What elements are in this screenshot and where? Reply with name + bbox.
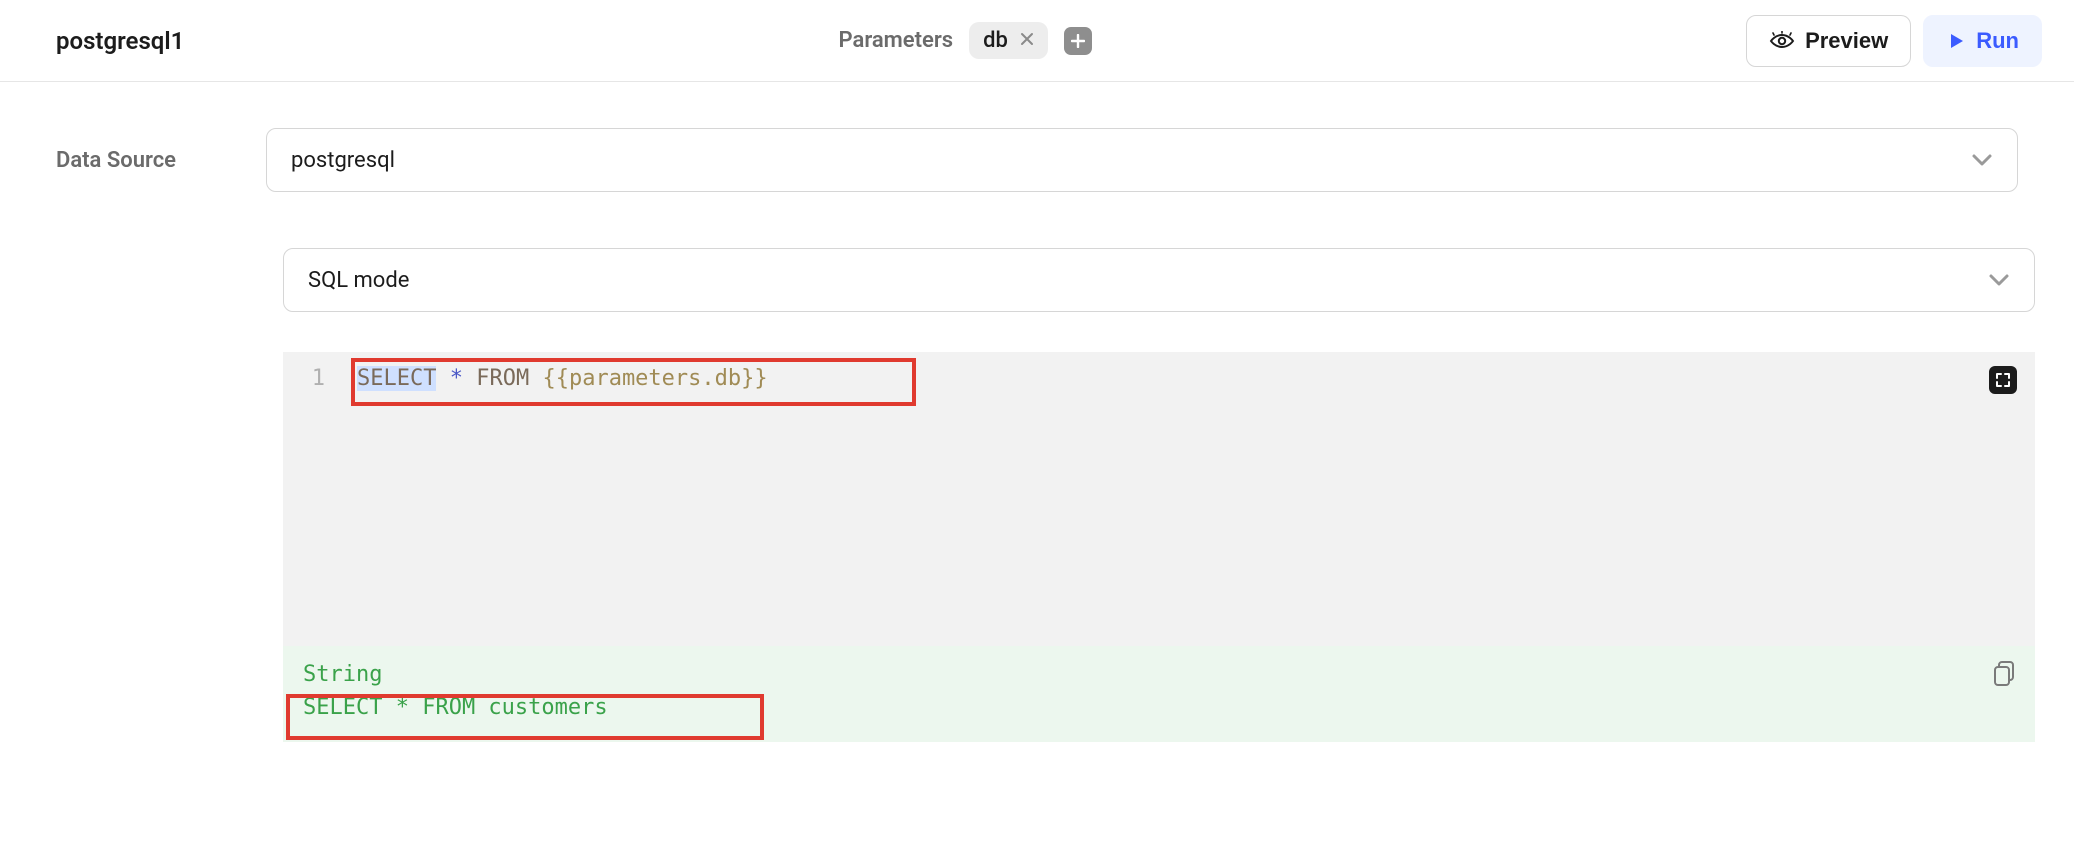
parameters-section: Parameters db <box>184 22 1746 59</box>
data-source-label: Data Source <box>56 148 226 173</box>
expand-button[interactable] <box>1989 366 2017 394</box>
data-source-row: Data Source postgresql <box>56 128 2018 192</box>
close-icon[interactable] <box>1020 30 1034 51</box>
preview-button-label: Preview <box>1805 28 1888 54</box>
result-type-label: String <box>303 662 2015 687</box>
body: Data Source postgresql SQL mode 1 SELECT… <box>0 82 2074 742</box>
parameter-chip-db[interactable]: db <box>969 22 1048 59</box>
play-icon <box>1946 31 1966 51</box>
code-line-1[interactable]: SELECT * FROM {{parameters.db}} <box>357 366 2015 391</box>
sql-editor[interactable]: 1 SELECT * FROM {{parameters.db}} <box>283 352 2035 646</box>
content-column: SQL mode 1 SELECT * FROM {{parameters.db… <box>283 248 2035 742</box>
run-button[interactable]: Run <box>1923 15 2042 67</box>
mode-select[interactable]: SQL mode <box>283 248 2035 312</box>
token-template: {{parameters.db}} <box>542 366 767 391</box>
result-value: SELECT * FROM customers <box>303 695 2015 720</box>
data-source-select[interactable]: postgresql <box>266 128 2018 192</box>
query-title[interactable]: postgresql1 <box>56 27 184 55</box>
header-actions: Preview Run <box>1746 15 2042 67</box>
chevron-down-icon <box>1971 148 1993 173</box>
parameter-chip-label: db <box>983 28 1008 53</box>
token-from: FROM <box>476 366 529 391</box>
line-number: 1 <box>283 366 339 391</box>
token-star: * <box>450 366 463 391</box>
header-bar: postgresql1 Parameters db Preview <box>0 0 2074 82</box>
eye-icon <box>1769 31 1795 51</box>
result-panel: String SELECT * FROM customers <box>283 646 2035 742</box>
add-parameter-button[interactable] <box>1064 27 1092 55</box>
preview-button[interactable]: Preview <box>1746 15 1911 67</box>
chevron-down-icon <box>1988 268 2010 293</box>
data-source-value: postgresql <box>291 148 395 173</box>
copy-button[interactable] <box>1993 660 2017 692</box>
token-select: SELECT <box>357 366 436 391</box>
mode-value: SQL mode <box>308 268 409 293</box>
run-button-label: Run <box>1976 28 2019 54</box>
parameters-label: Parameters <box>839 28 954 53</box>
